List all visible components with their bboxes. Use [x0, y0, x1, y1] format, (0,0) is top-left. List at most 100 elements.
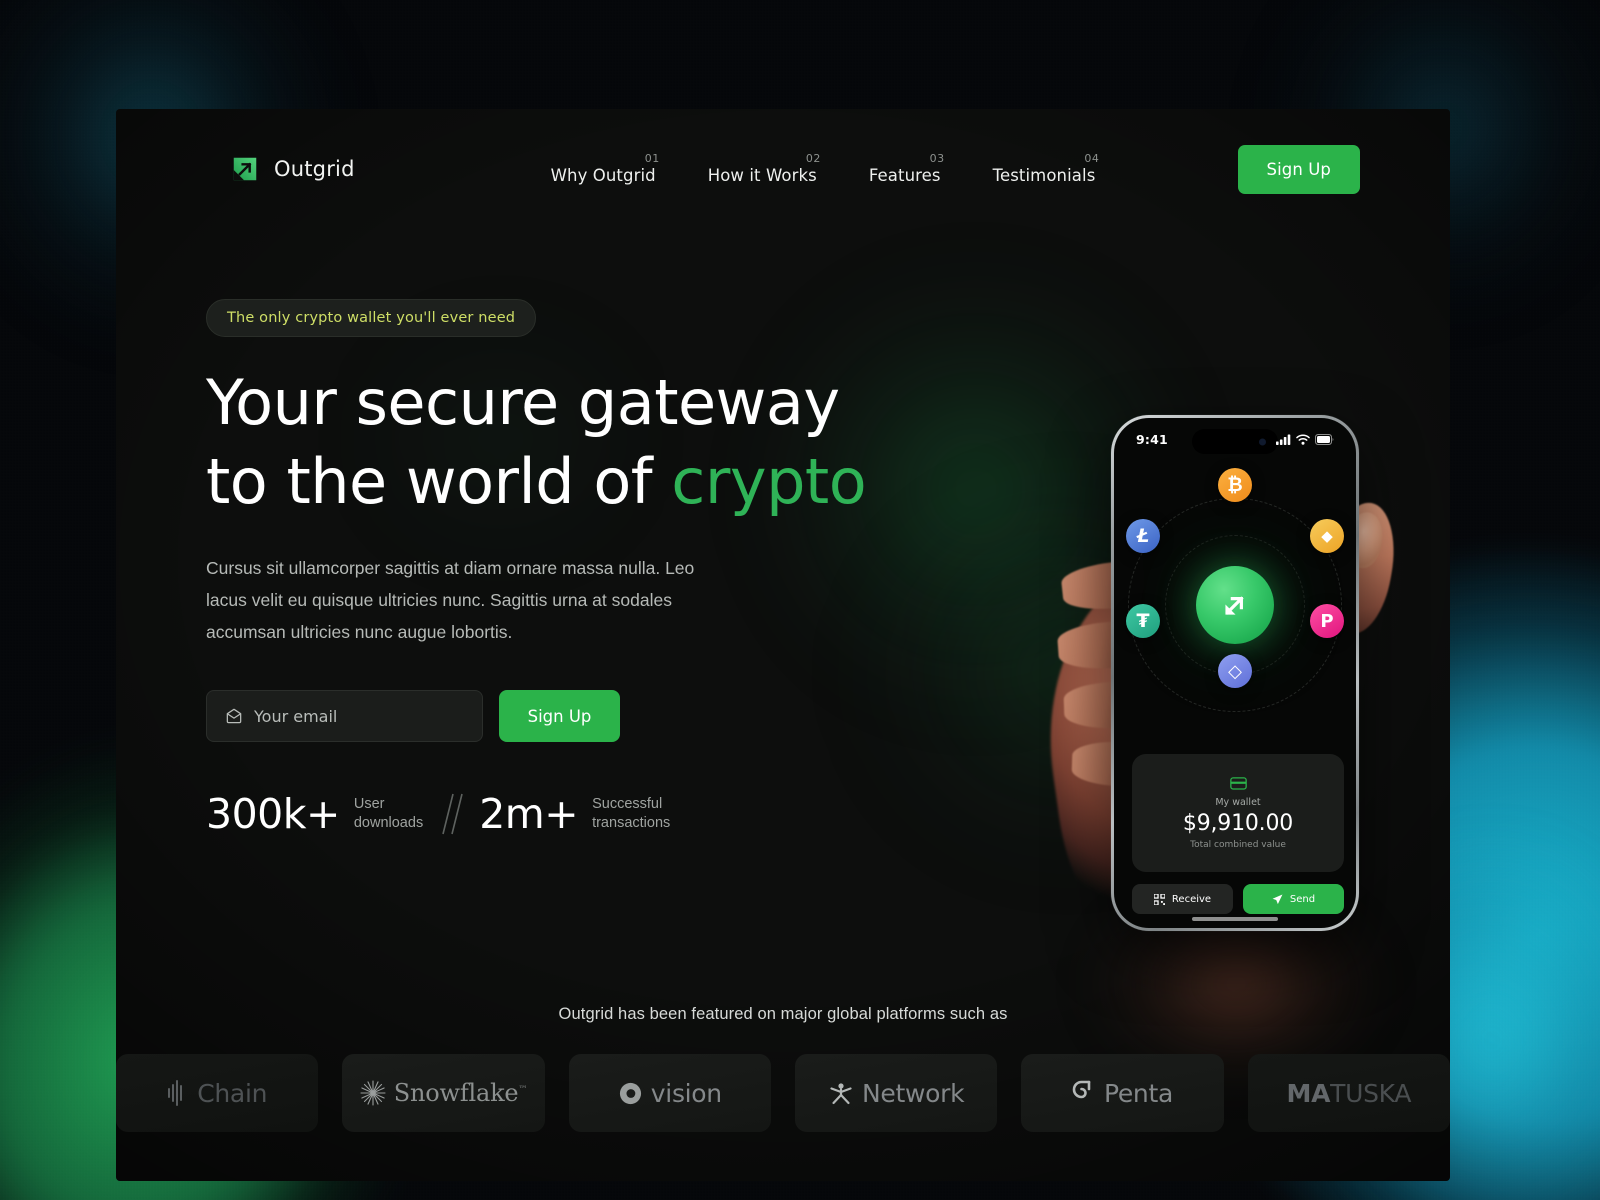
nav-item-how-it-works[interactable]: 02 How it Works: [707, 152, 821, 186]
outgrid-arrow-logo-icon: [1225, 596, 1244, 615]
nav-number: 04: [1084, 152, 1100, 165]
logo-name: MATUSKA: [1287, 1079, 1412, 1108]
hero-signup-button[interactable]: Sign Up: [499, 690, 620, 742]
phone-status-bar: 9:41: [1114, 432, 1356, 447]
stat-label: User downloads: [354, 795, 423, 833]
nav-number: 03: [929, 152, 945, 165]
featured-logo-row: Chain Snowflake™ vision Network Penta MA…: [116, 1054, 1450, 1132]
hero-badge: The only crypto wallet you'll ever need: [206, 299, 537, 337]
hero-section: The only crypto wallet you'll ever need …: [206, 299, 926, 838]
home-indicator: [1192, 917, 1278, 921]
wallet-label: My wallet: [1215, 797, 1261, 808]
stat-successful-transactions: 2m+ Successful transactions: [479, 789, 670, 838]
double-slash-icon: [442, 793, 463, 835]
binance-coin-icon: ◆: [1310, 519, 1344, 553]
penta-swirl-icon: [1072, 1080, 1091, 1099]
paper-plane-icon: [1272, 894, 1283, 904]
headline-line-1: Your secure gateway: [206, 366, 840, 439]
nav-label: Testimonials: [992, 166, 1096, 185]
logo-name: Network: [862, 1078, 965, 1108]
send-button[interactable]: Send: [1243, 884, 1344, 914]
wallet-icon: [1229, 777, 1247, 790]
logo-name-light: TUSKA: [1330, 1078, 1412, 1108]
nav-label: How it Works: [707, 166, 817, 185]
stat-label-line2: transactions: [592, 815, 671, 831]
phone-screen: 9:41 ₿ Ł ◆ ₮ P ◇ My wallet $9,910.00 Tot…: [1114, 418, 1356, 928]
nav-number: 01: [644, 152, 660, 165]
network-node-icon: [830, 1083, 852, 1105]
stat-label-line1: Successful: [592, 796, 663, 812]
hero-signup-form: Your email Sign Up: [206, 690, 926, 742]
headline-accent-word: crypto: [671, 445, 867, 518]
stat-label: Successful transactions: [592, 795, 670, 833]
crypto-orbit: ₿ Ł ◆ ₮ P ◇: [1114, 462, 1356, 748]
nav-item-why-outgrid[interactable]: 01 Why Outgrid: [550, 152, 660, 186]
phone-device: 9:41 ₿ Ł ◆ ₮ P ◇ My wallet $9,910.00 Tot…: [1111, 415, 1359, 931]
featured-title: Outgrid has been featured on major globa…: [558, 1005, 1008, 1023]
logo-name: Snowflake™: [394, 1079, 528, 1107]
wallet-actions: Receive Send: [1132, 884, 1344, 914]
nav-number: 02: [805, 152, 821, 165]
cellular-signal-icon: [1276, 434, 1291, 445]
screenshot-canvas: Outgrid 01 Why Outgrid 02 How it Works 0…: [0, 0, 1600, 1200]
bitcoin-coin-icon: ₿: [1218, 468, 1252, 502]
nav-label: Why Outgrid: [550, 166, 656, 185]
envelope-icon: [226, 708, 242, 724]
email-input-wrapper[interactable]: Your email: [206, 690, 483, 742]
brand-name: Outgrid: [274, 157, 355, 181]
wallet-sublabel: Total combined value: [1190, 840, 1286, 850]
logo-name: vision: [650, 1078, 722, 1108]
featured-section: Outgrid has been featured on major globa…: [116, 941, 1450, 1181]
status-time: 9:41: [1136, 432, 1168, 447]
logo-name-bold: MA: [1286, 1078, 1331, 1108]
logo-trademark: ™: [518, 1085, 528, 1095]
outgrid-core-logo: [1196, 566, 1274, 644]
hero-badge-text: The only crypto wallet you'll ever need: [227, 310, 516, 326]
polkadot-coin-icon: P: [1310, 604, 1344, 638]
stats-divider: [423, 790, 479, 838]
wallet-amount: $9,910.00: [1182, 811, 1294, 836]
nav-label: Features: [868, 166, 941, 185]
headline-line-2-prefix: to the world of: [206, 445, 672, 518]
stat-value: 300k+: [206, 789, 340, 838]
nav-item-testimonials[interactable]: 04 Testimonials: [992, 152, 1100, 186]
stat-user-downloads: 300k+ User downloads: [206, 789, 423, 838]
wallet-balance-card: My wallet $9,910.00 Total combined value: [1132, 754, 1344, 872]
send-label: Send: [1289, 893, 1316, 905]
logo-card-penta[interactable]: Penta: [1021, 1054, 1224, 1132]
email-placeholder-text: Your email: [254, 706, 338, 726]
hero-paragraph: Cursus sit ullamcorper sagittis at diam …: [206, 558, 695, 642]
vision-eye-icon: [619, 1082, 641, 1104]
main-navigation: 01 Why Outgrid 02 How it Works 03 Featur…: [550, 152, 1100, 186]
nav-item-features[interactable]: 03 Features: [868, 152, 944, 186]
logo-card-snowflake[interactable]: Snowflake™: [342, 1054, 545, 1132]
stat-value: 2m+: [479, 789, 579, 838]
outgrid-arrow-logo-icon: [233, 157, 257, 181]
brand-logo[interactable]: Outgrid: [230, 154, 355, 184]
header-signup-button[interactable]: Sign Up: [1237, 144, 1360, 194]
logo-card-matuska[interactable]: MATUSKA: [1247, 1054, 1450, 1132]
logo-name-text: Snowflake: [393, 1079, 519, 1107]
receive-button[interactable]: Receive: [1132, 884, 1233, 914]
qr-code-icon: [1153, 893, 1165, 905]
site-header: Outgrid 01 Why Outgrid 02 How it Works 0…: [116, 109, 1450, 229]
receive-label: Receive: [1171, 893, 1212, 905]
phone-mockup: 9:41 ₿ Ł ◆ ₮ P ◇ My wallet $9,910.00 Tot…: [936, 304, 1436, 1164]
logo-name: Chain: [197, 1078, 268, 1108]
hero-stats: 300k+ User downloads 2m+ Successful tran…: [206, 790, 926, 838]
ethereum-coin-icon: ◇: [1218, 654, 1252, 688]
hero-headline: Your secure gateway to the world of cryp…: [206, 363, 926, 521]
landing-page-card: Outgrid 01 Why Outgrid 02 How it Works 0…: [116, 109, 1450, 1181]
logo-card-vision[interactable]: vision: [568, 1054, 771, 1132]
snowflake-burst-icon: [360, 1080, 386, 1106]
stat-label-line2: downloads: [353, 815, 424, 831]
battery-icon: [1315, 434, 1334, 445]
litecoin-coin-icon: Ł: [1126, 519, 1160, 553]
stat-label-line1: User: [353, 796, 385, 812]
logo-card-chain[interactable]: Chain: [116, 1054, 319, 1132]
logo-card-network[interactable]: Network: [795, 1054, 998, 1132]
logo-name: Penta: [1103, 1078, 1174, 1108]
status-icons: [1276, 434, 1334, 445]
chain-bars-icon: [168, 1080, 183, 1106]
tether-coin-icon: ₮: [1126, 604, 1160, 638]
